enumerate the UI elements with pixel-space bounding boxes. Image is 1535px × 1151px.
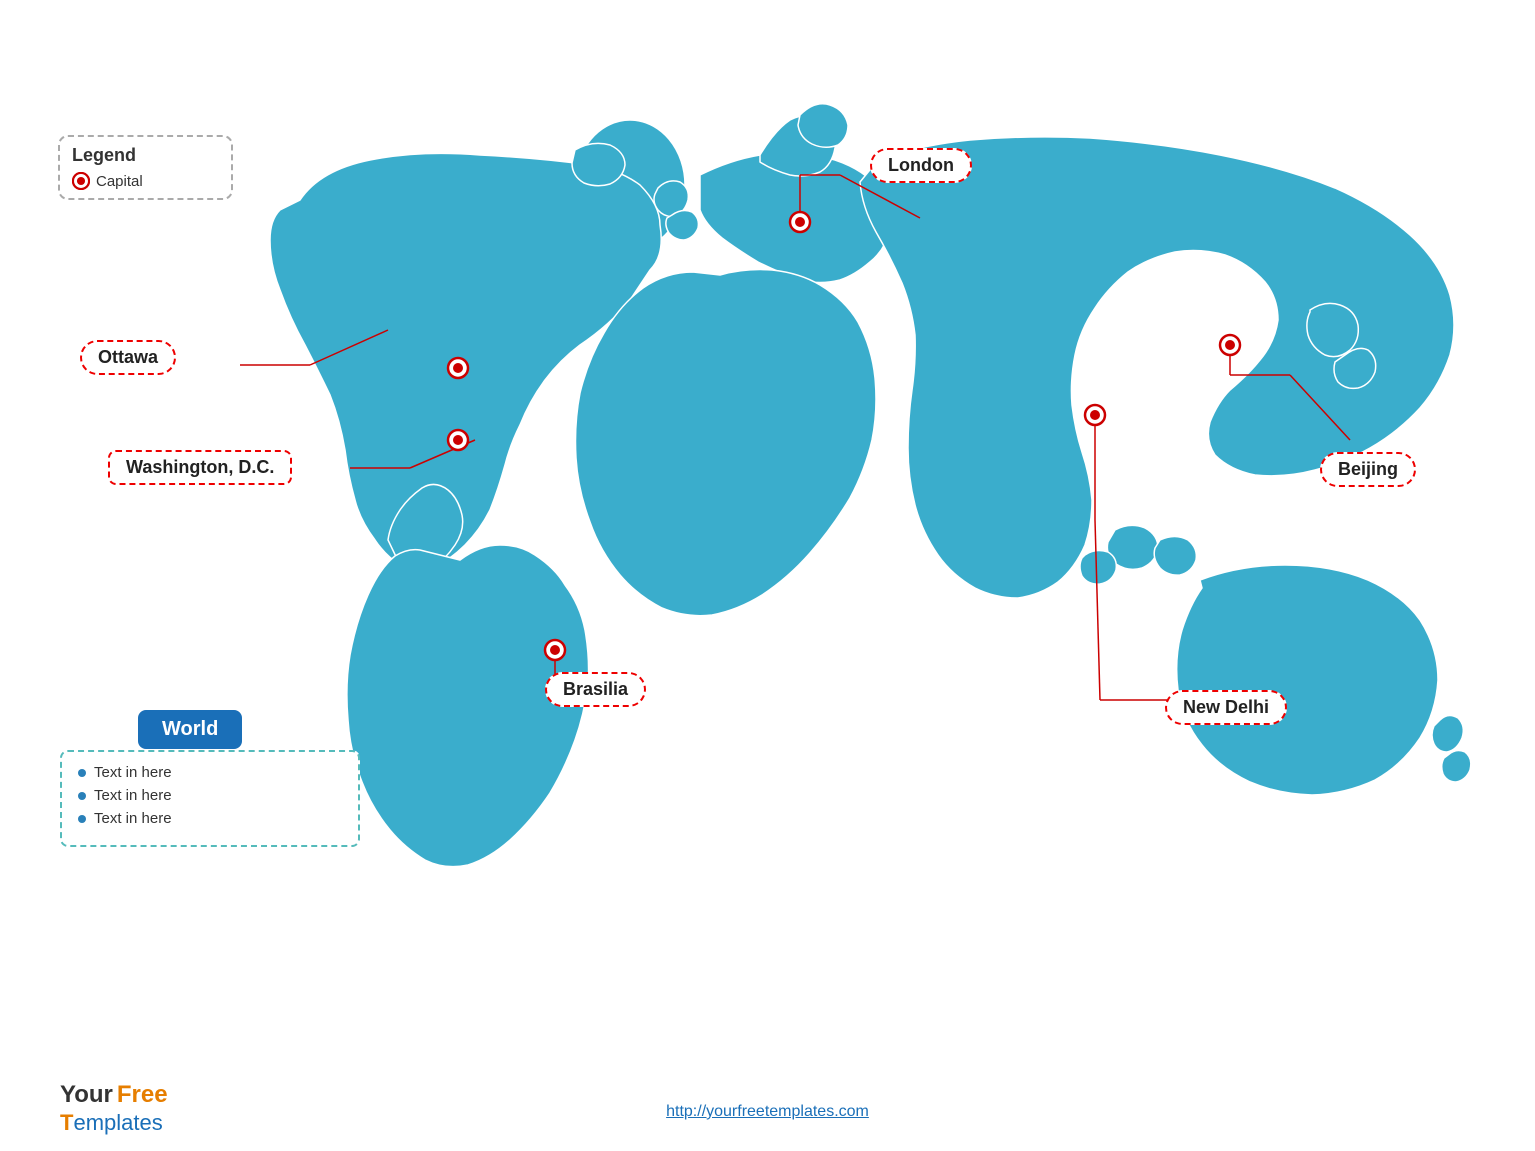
legend-title: Legend — [72, 145, 219, 166]
info-text-2: Text in here — [94, 787, 172, 804]
list-item: Text in here — [78, 764, 342, 781]
page-container: Legend Capital London Ottawa Washington,… — [0, 0, 1535, 1151]
logo-templates: emplates — [73, 1110, 162, 1136]
brasilia-label: Brasilia — [545, 672, 646, 707]
bullet-icon — [78, 769, 86, 777]
world-label[interactable]: World — [138, 710, 242, 749]
info-text-1: Text in here — [94, 764, 172, 781]
logo-area: Your Free T emplates — [60, 1081, 168, 1136]
legend-capital-label: Capital — [96, 173, 143, 190]
logo-your: Your — [60, 1081, 113, 1110]
legend-box: Legend Capital — [58, 135, 233, 200]
info-list: Text in here Text in here Text in here — [78, 764, 342, 827]
bullet-icon — [78, 815, 86, 823]
capital-icon — [72, 172, 90, 190]
washington-label: Washington, D.C. — [108, 450, 292, 485]
footer: http://yourfreetemplates.com — [0, 1103, 1535, 1121]
logo-free: Free — [117, 1081, 168, 1110]
london-label: London — [870, 148, 972, 183]
footer-url[interactable]: http://yourfreetemplates.com — [666, 1103, 869, 1121]
legend-capital-item: Capital — [72, 172, 219, 190]
logo-t: T — [60, 1110, 73, 1136]
list-item: Text in here — [78, 787, 342, 804]
bullet-icon — [78, 792, 86, 800]
info-text-3: Text in here — [94, 810, 172, 827]
info-box: Text in here Text in here Text in here — [60, 750, 360, 847]
new-delhi-label: New Delhi — [1165, 690, 1287, 725]
ottawa-label: Ottawa — [80, 340, 176, 375]
list-item: Text in here — [78, 810, 342, 827]
beijing-label: Beijing — [1320, 452, 1416, 487]
